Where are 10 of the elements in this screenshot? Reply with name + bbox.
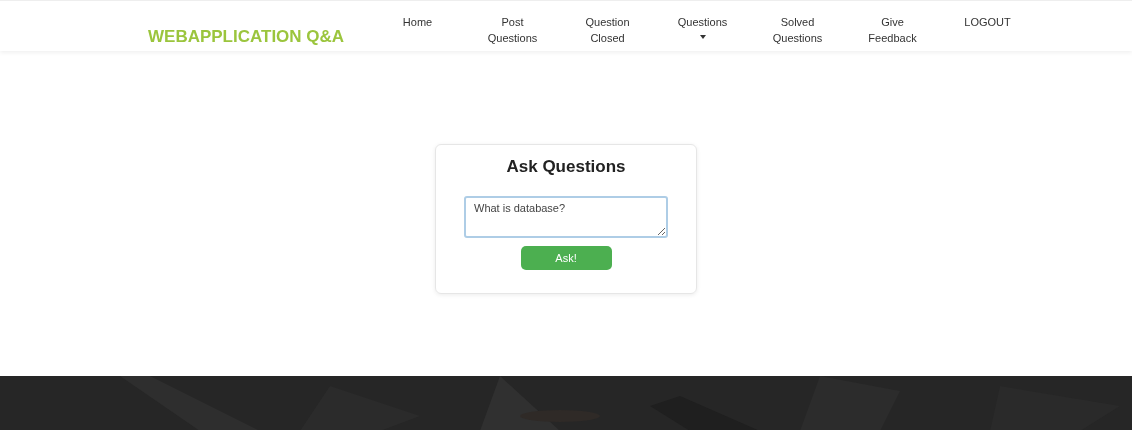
nav-link[interactable]: Question Closed xyxy=(560,14,655,46)
card-title: Ask Questions xyxy=(506,157,626,177)
nav-link[interactable]: Questions xyxy=(655,14,750,46)
nav-link[interactable]: Solved Questions xyxy=(750,14,845,46)
question-field[interactable]: What is database? xyxy=(464,196,668,238)
nav-link[interactable]: Post Questions xyxy=(465,14,560,46)
nav-link[interactable]: LOGOUT xyxy=(940,14,1035,46)
nav-link[interactable]: Give Feedback xyxy=(845,14,940,46)
caret-icon xyxy=(699,35,706,39)
nav-link[interactable]: Home xyxy=(370,14,465,46)
